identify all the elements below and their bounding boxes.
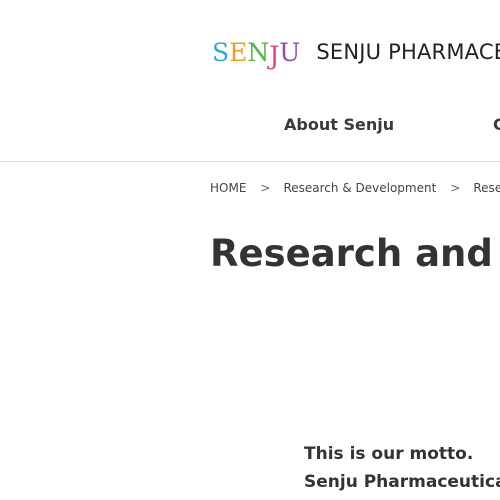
logo-mark-letter: E <box>229 37 248 67</box>
breadcrumb-home-link[interactable]: HOME <box>210 181 246 195</box>
motto-text: This is our motto. <box>304 444 474 464</box>
breadcrumb-research-development-link[interactable]: Research & Development <box>283 181 436 195</box>
senju-logo-mark: S E N J U <box>212 37 301 70</box>
breadcrumb-current: Research & <box>473 181 500 195</box>
nav-item-about-senju[interactable]: About Senju <box>284 115 394 134</box>
page-title: Research and De <box>210 232 500 275</box>
page: S E N J U SENJU PHARMACE About Senju C H… <box>0 0 500 500</box>
lead-text: Senju Pharmaceutical has <box>304 472 500 492</box>
nav-item-next[interactable]: C <box>493 115 500 134</box>
breadcrumb-separator: > <box>260 181 271 195</box>
company-name: SENJU PHARMACE <box>316 40 500 64</box>
logo-mark-letter: S <box>212 37 230 67</box>
breadcrumb: HOME > Research & Development > Research… <box>210 181 500 195</box>
logo-mark-letter: J <box>269 40 280 70</box>
site-logo[interactable]: S E N J U SENJU PHARMACE <box>212 34 500 70</box>
logo-mark-letter: N <box>247 37 270 67</box>
logo-mark-letter: U <box>279 37 301 67</box>
breadcrumb-separator: > <box>450 181 461 195</box>
header-divider <box>0 161 500 162</box>
